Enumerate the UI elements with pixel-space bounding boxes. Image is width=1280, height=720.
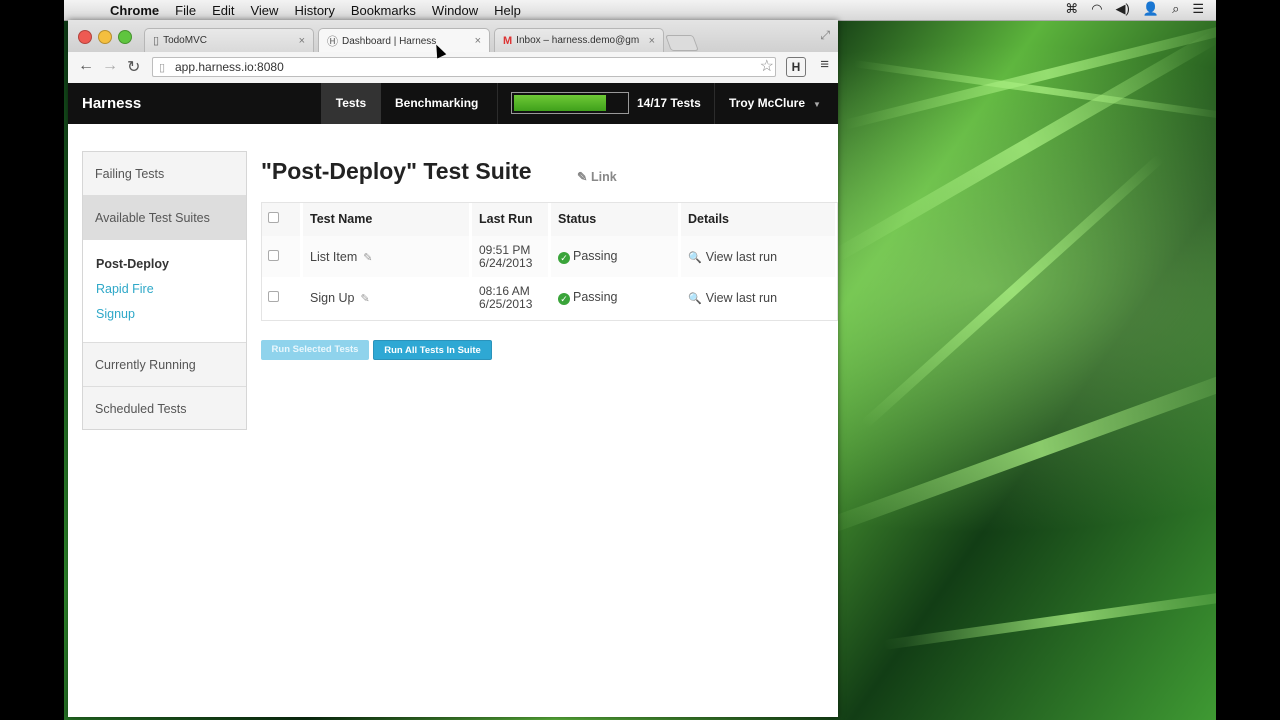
minimize-window-button[interactable] [98, 30, 112, 44]
tab-inbox[interactable]: M Inbox – harness.demo@gm × [494, 28, 664, 52]
run-all-tests-button[interactable]: Run All Tests In Suite [373, 340, 492, 360]
row-checkbox[interactable] [268, 249, 279, 261]
tests-table: Test Name Last Run Status Details List I… [261, 202, 838, 318]
notification-center-icon[interactable]: ☰ [1192, 1, 1204, 17]
view-last-run-link[interactable]: 🔍 View last run [679, 236, 838, 277]
check-circle-icon: ✓ [558, 252, 570, 264]
browser-toolbar: ← → ↻ ▯ app.harness.io:8080 ☆ H ≡ [68, 52, 838, 84]
menu-history[interactable]: History [286, 3, 342, 18]
link-button[interactable]: ✎ Link [577, 169, 617, 184]
column-details: Details [679, 202, 838, 236]
column-last-run: Last Run [470, 202, 551, 236]
url-text: app.harness.io:8080 [175, 60, 284, 74]
sidebar-item-available-test-suites[interactable]: Available Test Suites [83, 196, 246, 240]
menu-edit[interactable]: Edit [204, 3, 242, 18]
browser-window: ▯ TodoMVC × Ⓗ Dashboard | Harness × M In… [68, 20, 838, 717]
column-status: Status [549, 202, 681, 236]
menu-window[interactable]: Window [424, 3, 486, 18]
close-tab-icon[interactable]: × [649, 35, 655, 47]
progress-fill [514, 95, 607, 111]
address-bar[interactable]: ▯ app.harness.io:8080 [152, 57, 776, 77]
menu-view[interactable]: View [242, 3, 286, 18]
chevron-down-icon[interactable]: ▼ [813, 100, 821, 109]
page-icon: ▯ [153, 35, 160, 47]
sidebar: Failing Tests Available Test Suites Post… [82, 151, 247, 430]
menu-help[interactable]: Help [486, 3, 529, 18]
os-menu-bar: Chrome File Edit View History Bookmarks … [64, 0, 1216, 21]
nav-divider [497, 83, 498, 124]
status-text: Passing [573, 249, 618, 263]
magnifier-icon: 🔍 [688, 251, 702, 264]
nav-tests[interactable]: Tests [321, 83, 381, 124]
back-arrow-icon[interactable]: ← [78, 57, 94, 75]
tab-todomvc[interactable]: ▯ TodoMVC × [144, 28, 314, 52]
fullscreen-icon[interactable]: ⤢ [820, 28, 830, 43]
run-selected-tests-button[interactable]: Run Selected Tests [261, 340, 369, 360]
zoom-window-button[interactable] [118, 30, 132, 44]
reload-icon[interactable]: ↻ [127, 57, 140, 77]
status-text: Passing [573, 290, 618, 304]
window-controls [78, 30, 132, 44]
nav-divider [714, 83, 715, 124]
view-last-run-link[interactable]: 🔍 View last run [679, 277, 838, 318]
letterbox-right [1216, 0, 1280, 720]
letterbox-left [0, 0, 64, 720]
test-name: List Item [310, 249, 358, 264]
nav-benchmarking[interactable]: Benchmarking [395, 83, 478, 124]
paperclip-icon[interactable]: ✎ [360, 293, 369, 305]
row-checkbox[interactable] [268, 290, 279, 302]
menu-bookmarks[interactable]: Bookmarks [343, 3, 424, 18]
test-count: 14/17 Tests [637, 96, 701, 110]
close-window-button[interactable] [78, 30, 92, 44]
forward-arrow-icon[interactable]: → [102, 57, 118, 75]
close-tab-icon[interactable]: × [299, 35, 305, 47]
user-menu[interactable]: Troy McClure [729, 83, 805, 124]
page-icon: ▯ [159, 62, 166, 74]
user-icon[interactable]: 👤 [1143, 1, 1159, 17]
harness-favicon-icon: Ⓗ [327, 36, 338, 48]
magnifier-icon: 🔍 [688, 292, 702, 305]
link-label: Link [590, 170, 617, 184]
bookmark-star-icon[interactable]: ☆ [760, 56, 774, 76]
sidebar-item-currently-running[interactable]: Currently Running [83, 343, 246, 387]
last-run-time: 09:51 PM [479, 242, 531, 257]
close-tab-icon[interactable]: × [475, 35, 481, 47]
gmail-favicon-icon: M [503, 34, 513, 47]
wifi-icon[interactable]: ◠ [1091, 1, 1102, 17]
last-run-time: 08:16 AM [479, 283, 530, 298]
volume-icon[interactable]: ◀) [1116, 1, 1130, 17]
glasses-icon[interactable]: ⌘ [1065, 1, 1078, 17]
tab-strip: ▯ TodoMVC × Ⓗ Dashboard | Harness × M In… [68, 20, 838, 53]
suite-signup[interactable]: Signup [96, 302, 246, 327]
paperclip-icon[interactable]: ✎ [363, 252, 372, 264]
new-tab-button[interactable] [665, 35, 699, 51]
chrome-menu-icon[interactable]: ≡ [820, 56, 829, 73]
menu-file[interactable]: File [167, 3, 204, 18]
test-name: Sign Up [310, 290, 355, 305]
suite-rapid-fire[interactable]: Rapid Fire [96, 277, 246, 302]
suite-list: Post-Deploy Rapid Fire Signup [83, 240, 246, 343]
select-all-checkbox[interactable] [268, 212, 279, 223]
last-run-date: 6/24/2013 [479, 255, 533, 270]
tab-dashboard[interactable]: Ⓗ Dashboard | Harness × [318, 28, 490, 53]
table-row: Sign Up ✎ 08:16 AM 6/25/2013 ✓ Passing 🔍 Vie… [261, 277, 838, 318]
sidebar-item-scheduled-tests[interactable]: Scheduled Tests [83, 387, 246, 431]
app-nav-bar: Harness Tests Benchmarking 14/17 Tests T… [68, 83, 838, 124]
menu-app-name[interactable]: Chrome [104, 3, 167, 18]
sidebar-item-failing-tests[interactable]: Failing Tests [83, 152, 246, 196]
paperclip-icon: ✎ [577, 170, 588, 184]
last-run-date: 6/25/2013 [479, 296, 533, 311]
test-progress-bar [511, 92, 629, 114]
page-title: "Post-Deploy" Test Suite [261, 158, 532, 184]
table-row: List Item ✎ 09:51 PM 6/24/2013 ✓ Passing 🔍 V… [261, 236, 838, 277]
spotlight-search-icon[interactable]: ⌕ [1172, 1, 1179, 17]
suite-post-deploy[interactable]: Post-Deploy [96, 252, 246, 277]
column-test-name: Test Name [301, 202, 472, 236]
harness-extension-icon[interactable]: H [786, 57, 806, 77]
brand-logo[interactable]: Harness [82, 95, 141, 112]
check-circle-icon: ✓ [558, 293, 570, 305]
table-header-row: Test Name Last Run Status Details [261, 202, 838, 236]
